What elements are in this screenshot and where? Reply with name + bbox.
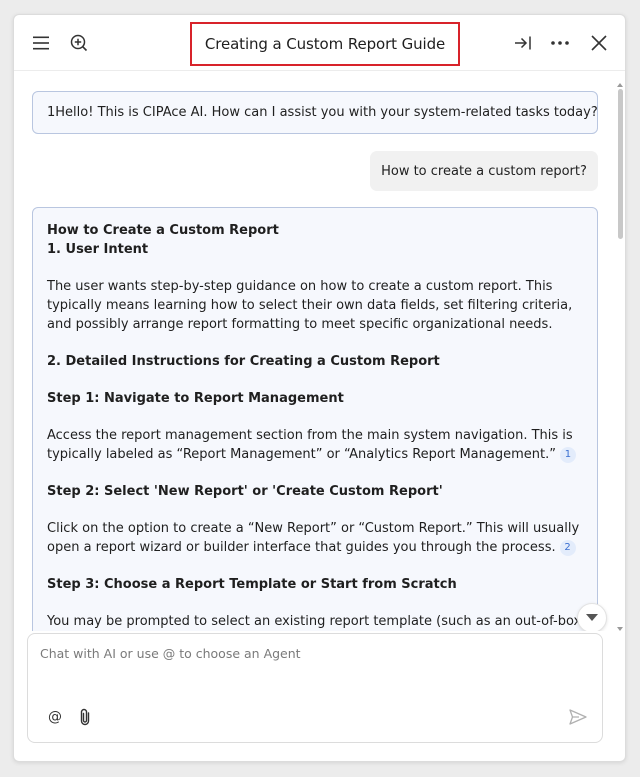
scroll-to-bottom-button[interactable] xyxy=(577,603,607,631)
send-icon xyxy=(569,709,587,725)
menu-button[interactable] xyxy=(26,28,56,58)
panel-header: Creating a Custom Report Guide xyxy=(14,15,625,71)
chat-input[interactable] xyxy=(40,646,590,686)
paperclip-icon xyxy=(80,708,90,726)
dock-right-icon xyxy=(515,36,531,50)
at-sign-icon: @ xyxy=(48,709,62,725)
new-chat-button[interactable] xyxy=(64,28,94,58)
citation-badge[interactable]: 1 xyxy=(559,447,576,463)
close-button[interactable] xyxy=(584,28,614,58)
ai-greeting-message: 1Hello! This is CIPAce AI. How can I ass… xyxy=(32,91,598,134)
section-user-intent-text: The user wants step-by-step guidance on … xyxy=(47,279,573,332)
attach-button[interactable] xyxy=(74,706,96,728)
citation-badge[interactable]: 2 xyxy=(559,540,576,556)
step2-text: Click on the option to create a “New Rep… xyxy=(47,521,580,555)
chat-title-text: Creating a Custom Report Guide xyxy=(204,35,446,53)
more-options-button[interactable] xyxy=(545,28,575,58)
new-chat-icon xyxy=(70,34,88,52)
chat-composer: @ xyxy=(27,633,603,743)
more-icon xyxy=(551,41,569,45)
section-instructions-title: 2. Detailed Instructions for Creating a … xyxy=(47,354,440,369)
scroll-up-arrow-icon[interactable] xyxy=(617,83,623,87)
step1-paragraph: Access the report management section fro… xyxy=(47,426,583,464)
step1-text: Access the report management section fro… xyxy=(47,428,573,462)
menu-icon xyxy=(33,36,49,50)
step2-title: Step 2: Select 'New Report' or 'Create C… xyxy=(47,484,443,499)
agent-mention-button[interactable]: @ xyxy=(44,706,66,728)
chat-panel: Creating a Custom Report Guide 1Hello! T… xyxy=(13,14,626,762)
ai-answer-message: How to Create a Custom Report 1. User In… xyxy=(32,207,598,631)
step1-title: Step 1: Navigate to Report Management xyxy=(47,391,344,406)
user-message: How to create a custom report? xyxy=(370,151,598,191)
chat-messages[interactable]: 1Hello! This is CIPAce AI. How can I ass… xyxy=(14,71,625,631)
ai-greeting-text: 1Hello! This is CIPAce AI. How can I ass… xyxy=(47,105,598,120)
step2-paragraph: Click on the option to create a “New Rep… xyxy=(47,519,583,557)
chat-title: Creating a Custom Report Guide xyxy=(190,22,460,66)
close-icon xyxy=(591,35,607,51)
dock-right-button[interactable] xyxy=(508,28,538,58)
answer-heading: How to Create a Custom Report xyxy=(47,223,279,238)
chat-scrollbar[interactable] xyxy=(616,83,624,631)
send-button[interactable] xyxy=(567,706,589,728)
step3-title: Step 3: Choose a Report Template or Star… xyxy=(47,577,457,592)
chevron-down-icon xyxy=(586,614,598,621)
step3-text: You may be prompted to select an existin… xyxy=(47,614,582,629)
user-message-text: How to create a custom report? xyxy=(381,163,587,179)
scroll-down-arrow-icon[interactable] xyxy=(617,627,623,631)
section-user-intent-title: 1. User Intent xyxy=(47,242,149,257)
scrollbar-thumb[interactable] xyxy=(618,89,623,239)
